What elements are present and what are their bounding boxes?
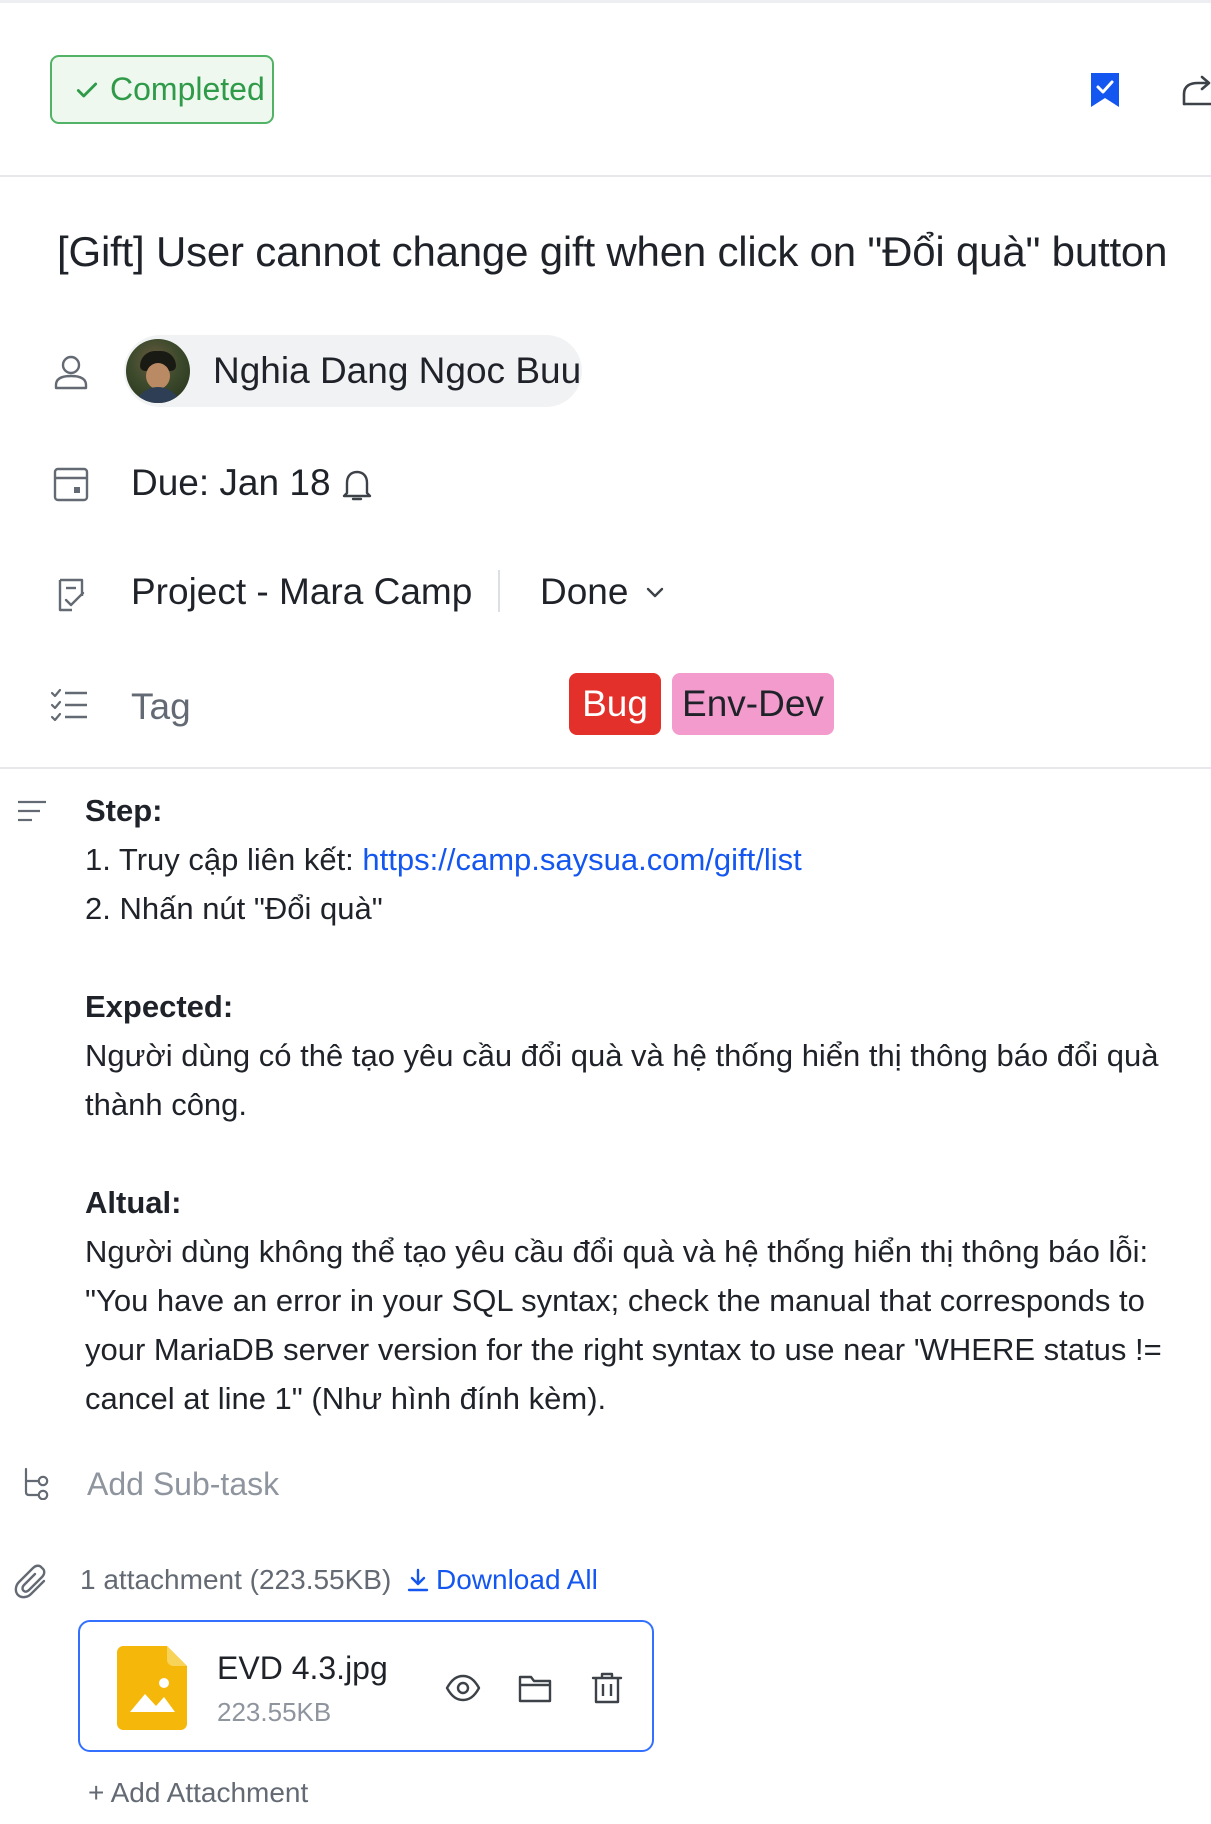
add-attachment-button[interactable]: + Add Attachment bbox=[88, 1777, 308, 1809]
image-file-icon bbox=[117, 1646, 187, 1730]
details-divider bbox=[0, 767, 1211, 769]
attachment-file-name: EVD 4.3.jpg bbox=[217, 1650, 388, 1686]
subtask-icon bbox=[24, 1467, 49, 1500]
eye-icon[interactable] bbox=[445, 1670, 481, 1706]
chevron-down-icon[interactable] bbox=[643, 580, 667, 604]
check-icon bbox=[76, 82, 98, 97]
bell-icon[interactable] bbox=[340, 466, 374, 504]
project-separator bbox=[498, 570, 500, 612]
checklist-icon bbox=[49, 685, 89, 725]
folder-icon[interactable] bbox=[517, 1670, 553, 1706]
description-icon bbox=[18, 800, 46, 822]
expected-heading: Expected: bbox=[85, 989, 234, 1024]
user-icon bbox=[51, 352, 91, 392]
attachment-file-size: 223.55KB bbox=[217, 1697, 332, 1727]
step-heading: Step: bbox=[85, 793, 163, 828]
task-title[interactable]: [Gift] User cannot change gift when clic… bbox=[57, 228, 1167, 276]
tag-bug[interactable]: Bug bbox=[569, 673, 661, 735]
actual-heading: Altual: bbox=[85, 1185, 182, 1220]
expected-text: Người dùng có thê tạo yêu cầu đổi quà và… bbox=[85, 1038, 1159, 1122]
step-1: 1. Truy cập liên kết: https://camp.saysu… bbox=[85, 835, 1195, 884]
add-subtask-input[interactable]: Add Sub-task bbox=[87, 1466, 279, 1503]
assignee-name: Nghia Dang Ngoc Buu bbox=[213, 350, 582, 391]
tag-env-dev[interactable]: Env-Dev bbox=[672, 673, 834, 735]
download-icon bbox=[407, 1568, 429, 1592]
step-1-link[interactable]: https://camp.saysua.com/gift/list bbox=[362, 842, 801, 877]
step-2: 2. Nhấn nút "Đổi quà" bbox=[85, 891, 383, 926]
bookmark-icon[interactable] bbox=[1088, 70, 1122, 110]
project-name[interactable]: Project - Mara Camp bbox=[131, 571, 472, 613]
status-completed-button[interactable]: Completed bbox=[50, 55, 274, 124]
paperclip-icon bbox=[14, 1564, 46, 1599]
actual-text: Người dùng không thể tạo yêu cầu đổi quà… bbox=[85, 1234, 1162, 1416]
share-icon[interactable] bbox=[1180, 72, 1211, 110]
clipboard-icon bbox=[52, 574, 92, 614]
attachment-summary: 1 attachment (223.55KB) bbox=[80, 1564, 392, 1595]
download-all-label: Download All bbox=[436, 1564, 598, 1595]
status-label: Completed bbox=[110, 71, 265, 107]
top-border bbox=[0, 0, 1211, 3]
tag-label: Tag bbox=[131, 686, 191, 727]
download-all-button[interactable]: Download All bbox=[406, 1564, 598, 1596]
trash-icon[interactable] bbox=[589, 1670, 625, 1706]
avatar bbox=[126, 339, 190, 403]
calendar-icon bbox=[51, 464, 91, 504]
section-select[interactable]: Done bbox=[540, 571, 628, 613]
task-description[interactable]: Step: 1. Truy cập liên kết: https://camp… bbox=[85, 786, 1195, 1423]
due-date[interactable]: Due: Jan 18 bbox=[131, 462, 331, 504]
header-divider bbox=[0, 175, 1211, 177]
step-1-prefix: 1. Truy cập liên kết: bbox=[85, 842, 363, 877]
